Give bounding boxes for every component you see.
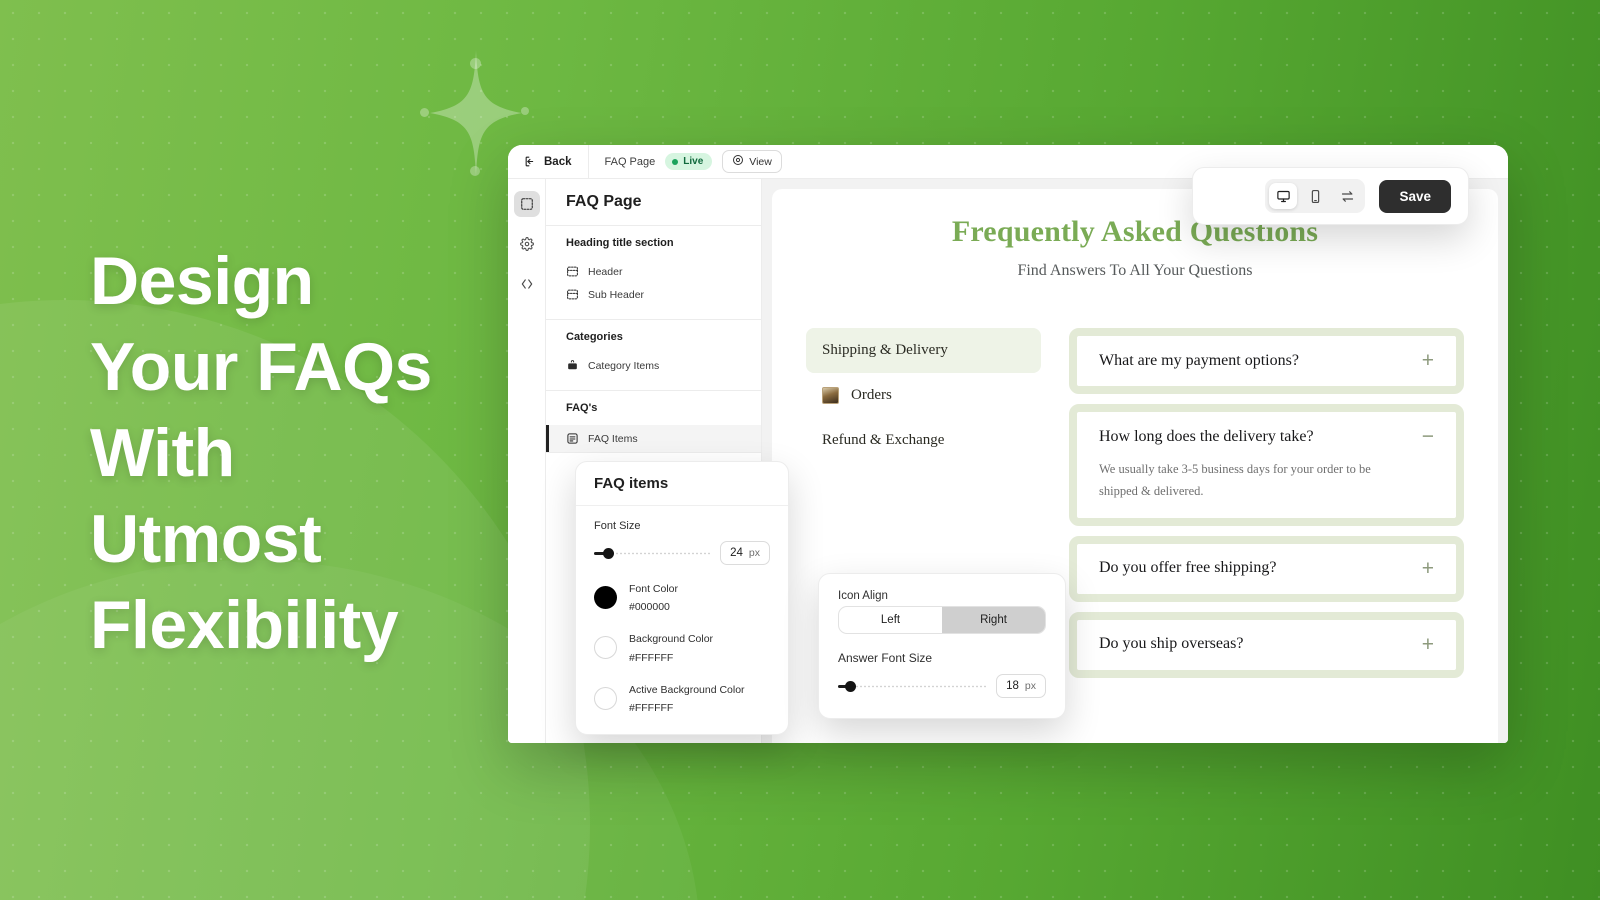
faq-answer: We usually take 3-5 business days for yo… <box>1099 462 1371 498</box>
mobile-icon[interactable] <box>1301 183 1329 209</box>
category-item[interactable]: Orders <box>806 373 1041 418</box>
align-option-left[interactable]: Left <box>839 607 942 633</box>
icon-align-segmented-control[interactable]: Left Right <box>838 606 1046 634</box>
preview-subtitle: Find Answers To All Your Questions <box>1017 262 1253 279</box>
color-hex-value: #FFFFFF <box>629 651 674 664</box>
back-button[interactable]: Back <box>508 145 589 178</box>
faq-accordion-item[interactable]: What are my payment options? + <box>1069 328 1464 394</box>
panel-group-heading-section: Heading title section Header Sub Header <box>546 226 761 320</box>
save-button[interactable]: Save <box>1379 179 1451 213</box>
bag-icon <box>566 359 579 372</box>
plus-icon[interactable]: + <box>1422 350 1434 371</box>
plus-icon[interactable]: + <box>1422 634 1434 655</box>
view-button[interactable]: View <box>722 150 782 173</box>
back-label: Back <box>544 155 572 168</box>
faq-accordion-item[interactable]: Do you offer free shipping? + <box>1069 535 1464 602</box>
code-icon[interactable] <box>514 271 540 297</box>
sidebar-item-sub-header[interactable]: Sub Header <box>566 283 741 306</box>
faq-question: How long does the delivery take? <box>1099 427 1314 445</box>
answer-font-size-value: 18 <box>1006 680 1019 692</box>
answer-font-size-input[interactable]: 18 px <box>996 674 1046 698</box>
color-setting-row[interactable]: Font Color #000000 <box>594 579 770 615</box>
question-list: What are my payment options? + How long … <box>1069 328 1464 678</box>
font-size-slider[interactable] <box>594 546 711 560</box>
device-switcher <box>1265 179 1366 213</box>
font-size-label: Font Size <box>594 520 641 532</box>
faq-question: What are my payment options? <box>1099 351 1299 369</box>
layout-icon <box>566 265 579 278</box>
category-thumbnail-image <box>822 387 839 404</box>
settings-icon[interactable] <box>514 231 540 257</box>
list-icon <box>566 432 579 445</box>
back-arrow-icon <box>524 155 537 168</box>
promo-headline: Design Your FAQs With Utmost Flexibility <box>90 243 432 663</box>
panel-group-categories: Categories Category Items <box>546 320 761 391</box>
font-size-value: 24 <box>730 547 743 559</box>
sidebar-item-label: FAQ Items <box>588 432 638 445</box>
font-size-input[interactable]: 24 px <box>720 541 770 565</box>
faq-accordion-item[interactable]: How long does the delivery take? − We us… <box>1069 404 1464 526</box>
color-label: Background Color <box>629 633 714 646</box>
icon-align-label: Icon Align <box>838 590 888 602</box>
sidebar-item-label: Sub Header <box>588 288 645 301</box>
layout-icon <box>566 288 579 301</box>
panel-group-faqs: FAQ's FAQ Items <box>546 391 761 453</box>
preview-toolbar: Save <box>1192 167 1469 225</box>
color-hex-value: #FFFFFF <box>629 702 674 715</box>
group-heading: FAQ's <box>566 402 598 414</box>
status-badge: Live <box>665 153 713 170</box>
status-badge-label: Live <box>683 156 704 167</box>
font-size-unit: px <box>748 547 760 559</box>
color-label: Font Color <box>629 583 679 595</box>
answer-font-size-label: Answer Font Size <box>838 651 933 665</box>
color-swatch[interactable] <box>594 636 617 660</box>
category-item[interactable]: Refund & Exchange <box>806 418 1041 463</box>
category-label: Orders <box>851 387 892 403</box>
sections-icon[interactable] <box>513 191 540 217</box>
eye-icon <box>732 154 744 169</box>
icon-rail <box>508 179 546 743</box>
color-swatch[interactable] <box>594 585 617 609</box>
sidebar-item-label: Category Items <box>588 359 660 372</box>
faq-items-settings-card: FAQ items Font Size 24 px Font Color #00 <box>575 461 789 736</box>
faq-accordion-item[interactable]: Do you ship overseas? + <box>1069 611 1464 678</box>
desktop-icon[interactable] <box>1269 183 1298 209</box>
status-dot-icon <box>672 158 679 165</box>
icon-align-card: Icon Align Left Right Answer Font Size 1… <box>818 573 1066 719</box>
category-item[interactable]: Shipping & Delivery <box>806 328 1041 373</box>
swap-icon[interactable] <box>1333 183 1361 209</box>
panel-title: FAQ Page <box>546 179 761 226</box>
category-label: Shipping & Delivery <box>822 342 948 358</box>
sidebar-item-header[interactable]: Header <box>566 260 741 283</box>
faq-question: Do you offer free shipping? <box>1099 559 1277 577</box>
color-swatch[interactable] <box>594 686 617 710</box>
answer-font-size-unit: px <box>1024 680 1036 692</box>
plus-icon[interactable]: + <box>1422 558 1434 579</box>
faq-items-card-title: FAQ items <box>576 462 788 506</box>
minus-icon[interactable]: − <box>1422 426 1434 447</box>
sidebar-item-label: Header <box>588 265 623 278</box>
sidebar-item-category-items[interactable]: Category Items <box>566 354 741 377</box>
group-heading: Categories <box>566 331 623 343</box>
faq-question: Do you ship overseas? <box>1099 635 1244 653</box>
page-title: FAQ Page <box>604 155 656 168</box>
sidebar-item-faq-items[interactable]: FAQ Items <box>546 425 761 452</box>
color-setting-row[interactable]: Background Color #FFFFFF <box>594 629 770 665</box>
color-setting-row[interactable]: Active Background Color #FFFFFF <box>594 680 770 716</box>
answer-font-size-slider[interactable] <box>838 679 987 693</box>
color-hex-value: #000000 <box>629 601 670 614</box>
color-label: Active Background Color <box>629 683 745 696</box>
promo-banner: Design Your FAQs With Utmost Flexibility… <box>0 0 1600 900</box>
view-label: View <box>749 155 772 168</box>
category-label: Refund & Exchange <box>822 432 945 448</box>
group-heading: Heading title section <box>566 237 674 249</box>
align-option-right[interactable]: Right <box>942 607 1045 633</box>
